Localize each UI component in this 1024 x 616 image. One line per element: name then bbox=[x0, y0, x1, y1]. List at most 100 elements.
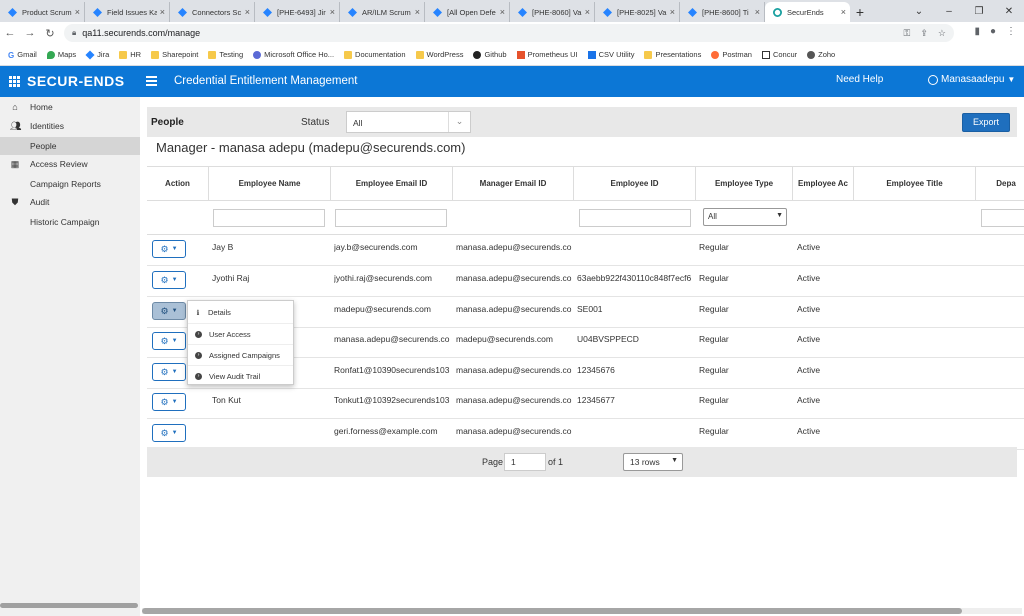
menu-dots-icon[interactable]: ⋮ bbox=[1006, 26, 1016, 37]
filter-department-input[interactable] bbox=[981, 209, 1024, 227]
status-select[interactable]: All ⌄ bbox=[346, 111, 471, 133]
filter-employee-type-select[interactable]: All ▼ bbox=[703, 208, 787, 226]
address-bar[interactable]: 🔒︎ qa11.securends.com/manage ⚿ ⇪ ☆ bbox=[64, 24, 954, 42]
close-tab-icon[interactable]: × bbox=[415, 7, 420, 17]
apps-grid-icon[interactable] bbox=[9, 76, 20, 87]
browser-tab[interactable]: [All Open Defe × bbox=[425, 2, 510, 22]
sidepanel-icon[interactable]: ▮ bbox=[974, 26, 980, 37]
filter-employee-id-input[interactable] bbox=[579, 209, 691, 227]
row-action-button[interactable]: ⚙ ▼ bbox=[152, 424, 186, 442]
sidebar-item-people[interactable]: People bbox=[0, 137, 140, 155]
share-icon[interactable]: ⇪ bbox=[920, 28, 928, 39]
sidebar-item-audit[interactable]: ⛊ Audit bbox=[0, 193, 140, 211]
sidebar-item-historic-campaign[interactable]: Historic Campaign bbox=[0, 213, 140, 231]
menu-item-user-access[interactable]: › User Access bbox=[188, 323, 293, 344]
browser-tab-active[interactable]: SecurEnds × bbox=[765, 2, 850, 22]
column-header-employee-email[interactable]: Employee Email ID bbox=[331, 167, 453, 201]
menu-item-view-audit-trail[interactable]: › View Audit Trail bbox=[188, 365, 293, 386]
row-action-button[interactable]: ⚙ ▼ bbox=[152, 332, 186, 350]
bookmark[interactable]: Testing bbox=[208, 50, 243, 59]
browser-tab[interactable]: [PHE-8060] Va × bbox=[510, 2, 595, 22]
column-header-employee-type[interactable]: Employee Type bbox=[696, 167, 793, 201]
back-icon[interactable]: ← bbox=[0, 27, 20, 39]
profile-icon[interactable]: ● bbox=[990, 26, 996, 37]
column-header-employee-name[interactable]: Employee Name bbox=[209, 167, 331, 201]
column-header-employee-active[interactable]: Employee Ac bbox=[793, 167, 854, 201]
star-icon[interactable]: ☆ bbox=[938, 28, 946, 39]
bookmark[interactable]: Presentations bbox=[644, 50, 701, 59]
close-icon[interactable]: ✕ bbox=[994, 0, 1024, 22]
scrollbar-thumb[interactable] bbox=[142, 608, 962, 614]
column-header-employee-id[interactable]: Employee ID bbox=[574, 167, 696, 201]
securends-logo[interactable]: SECUR-ENDS bbox=[27, 73, 125, 89]
menu-item-assigned-campaigns[interactable]: › Assigned Campaigns bbox=[188, 344, 293, 365]
sidebar-scrollbar[interactable] bbox=[0, 603, 138, 608]
rows-per-page-select[interactable]: 13 rows ▼ bbox=[623, 453, 683, 471]
filter-employee-email-input[interactable] bbox=[335, 209, 447, 227]
key-icon[interactable]: ⚿ bbox=[904, 28, 911, 39]
bookmark[interactable]: Postman bbox=[711, 50, 752, 59]
close-tab-icon[interactable]: × bbox=[585, 7, 590, 17]
lock-icon[interactable]: 🔒︎ bbox=[72, 28, 76, 38]
export-button[interactable]: Export bbox=[962, 113, 1010, 132]
close-tab-icon[interactable]: × bbox=[500, 7, 505, 17]
bookmark[interactable]: WordPress bbox=[415, 50, 463, 59]
bookmark[interactable]: Prometheus UI bbox=[516, 50, 578, 59]
bookmark[interactable]: Sharepoint bbox=[151, 50, 198, 59]
bookmark[interactable]: Github bbox=[473, 50, 507, 59]
row-action-button[interactable]: ⚙ ▼ bbox=[152, 393, 186, 411]
row-action-button[interactable]: ⚙ ▼ bbox=[152, 363, 186, 381]
cell-employee-email: Tonkut1@10392securends103 bbox=[334, 395, 450, 405]
filter-employee-name-input[interactable] bbox=[213, 209, 325, 227]
browser-tab[interactable]: Field Issues Ka × bbox=[85, 2, 170, 22]
row-action-button[interactable]: ⚙ ▼ bbox=[152, 271, 186, 289]
bookmark[interactable]: G Gmail bbox=[8, 50, 37, 60]
sidebar-item-access-review[interactable]: ▦ Access Review bbox=[0, 155, 140, 173]
horizontal-scrollbar[interactable] bbox=[142, 608, 1022, 614]
sidebar-item-identities[interactable]: 👥︎ Identities bbox=[0, 117, 140, 135]
bookmark[interactable]: Concur bbox=[761, 50, 797, 59]
hamburger-menu-icon[interactable] bbox=[146, 76, 157, 86]
close-tab-icon[interactable]: × bbox=[245, 7, 250, 17]
browser-tab[interactable]: [PHE-8600] Ti × bbox=[680, 2, 765, 22]
close-tab-icon[interactable]: × bbox=[755, 7, 760, 17]
column-header-employee-title[interactable]: Employee Title bbox=[854, 167, 976, 201]
browser-tab[interactable]: Connectors Sc × bbox=[170, 2, 255, 22]
bookmark[interactable]: Maps bbox=[46, 50, 76, 59]
bookmark[interactable]: Documentation bbox=[344, 50, 406, 59]
minimize-icon[interactable]: – bbox=[934, 0, 964, 22]
close-tab-icon[interactable]: × bbox=[670, 7, 675, 17]
sidebar-item-campaign-reports[interactable]: Campaign Reports bbox=[0, 175, 140, 193]
need-help-link[interactable]: Need Help bbox=[836, 74, 883, 85]
sidebar-item-home[interactable]: ⌂ Home bbox=[0, 98, 140, 116]
close-tab-icon[interactable]: × bbox=[841, 7, 846, 17]
caret-down-icon: ▼ bbox=[1007, 75, 1016, 84]
restore-icon[interactable]: ❐ bbox=[964, 0, 994, 22]
user-menu[interactable]: Manasaadepu ▼ bbox=[928, 74, 1015, 85]
browser-tab[interactable]: Product Scrum × bbox=[0, 2, 85, 22]
close-tab-icon[interactable]: × bbox=[75, 7, 80, 17]
menu-item-details[interactable]: ℹ Details bbox=[188, 302, 293, 323]
bookmark[interactable]: Microsoft Office Ho... bbox=[253, 50, 334, 59]
browser-tab[interactable]: AR/ILM Scrum × bbox=[340, 2, 425, 22]
bookmark[interactable]: Jira bbox=[85, 49, 109, 60]
bookmark[interactable]: HR bbox=[119, 50, 141, 59]
column-header-manager-email[interactable]: Manager Email ID bbox=[453, 167, 574, 201]
row-action-button-open[interactable]: ⚙ ▼ bbox=[152, 302, 186, 320]
forward-icon[interactable]: → bbox=[20, 27, 40, 39]
close-tab-icon[interactable]: × bbox=[330, 7, 335, 17]
bookmark[interactable]: Zoho bbox=[807, 50, 835, 59]
table-row: ⚙ ▼ Jay B jay.b@securends.com manasa.adep… bbox=[147, 235, 1024, 266]
column-header-department[interactable]: Depa bbox=[976, 167, 1024, 201]
gear-icon: ⚙ bbox=[160, 366, 169, 377]
bookmark[interactable]: CSV Utility bbox=[587, 50, 634, 59]
close-tab-icon[interactable]: × bbox=[160, 7, 165, 17]
row-action-button[interactable]: ⚙ ▼ bbox=[152, 240, 186, 258]
chevron-down-icon[interactable]: ⌄ bbox=[904, 0, 934, 22]
browser-tab[interactable]: [PHE-8025] Va × bbox=[595, 2, 680, 22]
reload-icon[interactable]: ↻ bbox=[40, 27, 60, 40]
page-number-input[interactable]: 1 bbox=[504, 453, 546, 471]
jira-icon bbox=[688, 7, 697, 17]
new-tab-button[interactable]: + bbox=[850, 2, 870, 22]
browser-tab[interactable]: [PHE-6493] Jir × bbox=[255, 2, 340, 22]
